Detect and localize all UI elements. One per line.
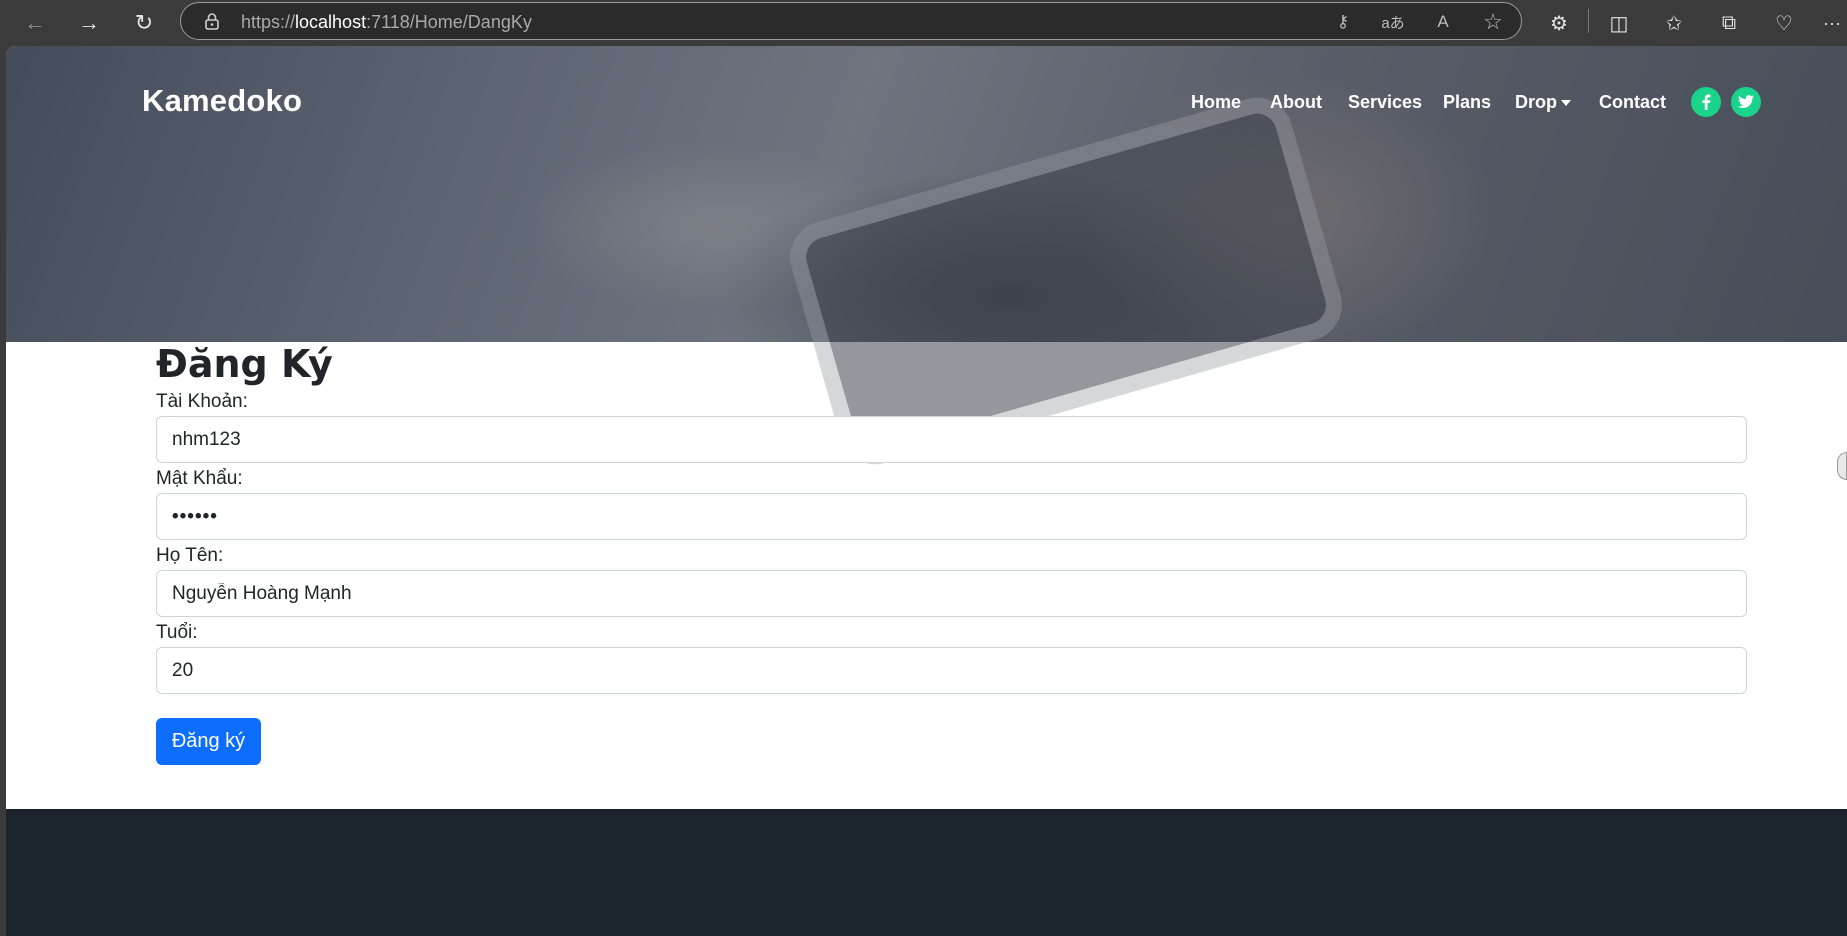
- reload-icon[interactable]: ↻: [127, 6, 161, 40]
- age-input[interactable]: [156, 647, 1747, 694]
- password-label: Mật Khẩu:: [156, 468, 243, 489]
- collections-icon[interactable]: ⧉: [1712, 6, 1746, 40]
- translate-icon[interactable]: aあ: [1381, 10, 1405, 34]
- read-aloud-icon[interactable]: A: [1431, 10, 1455, 34]
- browser-essentials-icon[interactable]: ♡: [1767, 6, 1801, 40]
- url-path: :7118/Home/DangKy: [366, 12, 532, 32]
- username-label: Tài Khoản:: [156, 391, 248, 412]
- username-input[interactable]: [156, 416, 1747, 463]
- browser-toolbar: ← → ↻ https://localhost:7118/Home/DangKy…: [0, 0, 1847, 46]
- nav-plans[interactable]: Plans: [1443, 92, 1491, 113]
- nav-about[interactable]: About: [1270, 92, 1322, 113]
- back-icon[interactable]: ←: [18, 6, 52, 40]
- address-bar[interactable]: https://localhost:7118/Home/DangKy ⚷ aあ …: [180, 2, 1522, 40]
- page-footer: [6, 809, 1847, 936]
- nav-drop[interactable]: Drop: [1515, 92, 1571, 113]
- nav-services[interactable]: Services: [1348, 92, 1422, 113]
- extensions-icon[interactable]: ⚙: [1542, 6, 1576, 40]
- more-options-icon[interactable]: ···: [1815, 6, 1847, 40]
- fullname-label: Họ Tên:: [156, 545, 224, 566]
- toolbar-divider: [1588, 9, 1589, 33]
- facebook-icon[interactable]: [1691, 87, 1721, 117]
- url-scheme: https://: [241, 12, 296, 32]
- split-screen-icon[interactable]: ◫: [1602, 6, 1636, 40]
- favorite-star-icon[interactable]: ☆: [1481, 9, 1505, 34]
- key-icon[interactable]: ⚷: [1331, 10, 1355, 34]
- forward-icon[interactable]: →: [72, 6, 106, 40]
- page-viewport: Kamedoko Home About Services Plans Drop …: [6, 46, 1847, 936]
- register-button[interactable]: Đăng ký: [156, 718, 261, 765]
- nav-drop-label: Drop: [1515, 92, 1557, 112]
- password-input[interactable]: [156, 493, 1747, 540]
- nav-home[interactable]: Home: [1191, 92, 1241, 113]
- url-host: localhost: [295, 12, 367, 32]
- sidebar-handle[interactable]: [1837, 452, 1847, 480]
- fullname-input[interactable]: [156, 570, 1747, 617]
- nav-contact[interactable]: Contact: [1599, 92, 1666, 113]
- age-label: Tuổi:: [156, 622, 198, 643]
- twitter-icon[interactable]: [1731, 87, 1761, 117]
- site-logo[interactable]: Kamedoko: [142, 83, 302, 119]
- lock-icon[interactable]: [203, 12, 221, 30]
- page-title: Đăng Ký: [156, 342, 333, 386]
- favorites-icon[interactable]: ✩: [1657, 6, 1691, 40]
- caret-down-icon: [1561, 100, 1571, 107]
- hero-banner: Kamedoko Home About Services Plans Drop …: [6, 46, 1847, 473]
- url-text[interactable]: https://localhost:7118/Home/DangKy: [241, 12, 532, 33]
